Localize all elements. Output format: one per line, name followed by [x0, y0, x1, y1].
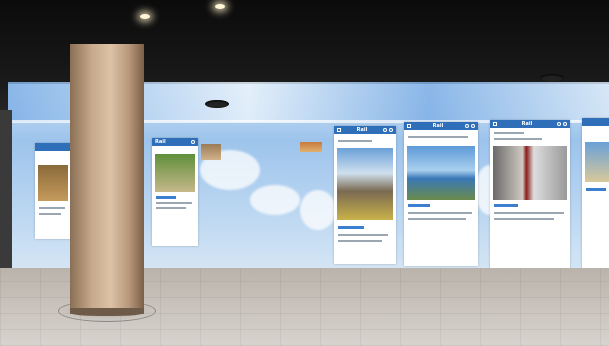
text-line	[494, 212, 564, 214]
scenery-photo	[585, 142, 609, 182]
screen-panel: Rail	[152, 138, 198, 246]
screen-header	[582, 118, 609, 126]
search-icon	[557, 122, 561, 126]
tag-chip	[586, 188, 606, 191]
text-line	[408, 136, 468, 138]
text-line	[156, 207, 186, 209]
cloud	[300, 190, 336, 230]
app-brand: Rail	[432, 123, 444, 129]
left-wall-edge	[0, 110, 12, 270]
text-line	[494, 132, 524, 134]
text-line	[338, 140, 372, 142]
menu-icon	[407, 124, 411, 128]
text-line	[408, 212, 472, 214]
train-photo	[493, 146, 567, 200]
tag-chip	[494, 204, 518, 207]
floating-photo	[300, 142, 322, 152]
ceiling-light	[215, 4, 225, 9]
text-line	[156, 202, 192, 204]
tag-chip	[408, 204, 430, 207]
screen-panel: Rail	[334, 126, 396, 264]
cloud	[250, 185, 300, 215]
ceiling-vent	[205, 100, 229, 108]
screen-header	[35, 143, 71, 151]
screen-header: Rail	[404, 122, 478, 130]
search-icon	[383, 128, 387, 132]
screen-panel	[582, 118, 609, 268]
bell-icon	[389, 128, 393, 132]
screen-panel	[35, 143, 71, 239]
ocean-photo	[407, 146, 475, 200]
text-line	[39, 213, 61, 215]
search-icon	[191, 140, 195, 144]
photo-scene: Rail Rail Rail Rail	[0, 0, 609, 346]
app-brand: Rail	[356, 127, 368, 133]
text-line	[39, 207, 65, 209]
screen-panel: Rail	[490, 120, 570, 270]
screen-header: Rail	[152, 138, 198, 146]
text-line	[494, 138, 542, 140]
bell-icon	[471, 124, 475, 128]
train-photo	[38, 165, 68, 201]
ceiling-vent	[540, 74, 564, 82]
screen-header: Rail	[490, 120, 570, 128]
menu-icon	[493, 122, 497, 126]
search-icon	[465, 124, 469, 128]
pillar-foot	[70, 308, 144, 316]
screen-panel: Rail	[404, 122, 478, 266]
tag-chip	[156, 196, 176, 199]
tag-chip	[338, 226, 364, 229]
text-line	[408, 218, 466, 220]
pillar	[70, 44, 144, 314]
station-photo	[155, 154, 195, 192]
menu-icon	[337, 128, 341, 132]
ceiling-light	[140, 14, 150, 19]
floating-photo	[201, 144, 221, 160]
text-line	[338, 240, 382, 242]
platform-photo	[337, 148, 393, 220]
screen-header: Rail	[334, 126, 396, 134]
app-brand: Rail	[155, 139, 166, 145]
text-line	[338, 234, 388, 236]
bell-icon	[563, 122, 567, 126]
app-brand: Rail	[521, 121, 533, 127]
text-line	[494, 218, 554, 220]
